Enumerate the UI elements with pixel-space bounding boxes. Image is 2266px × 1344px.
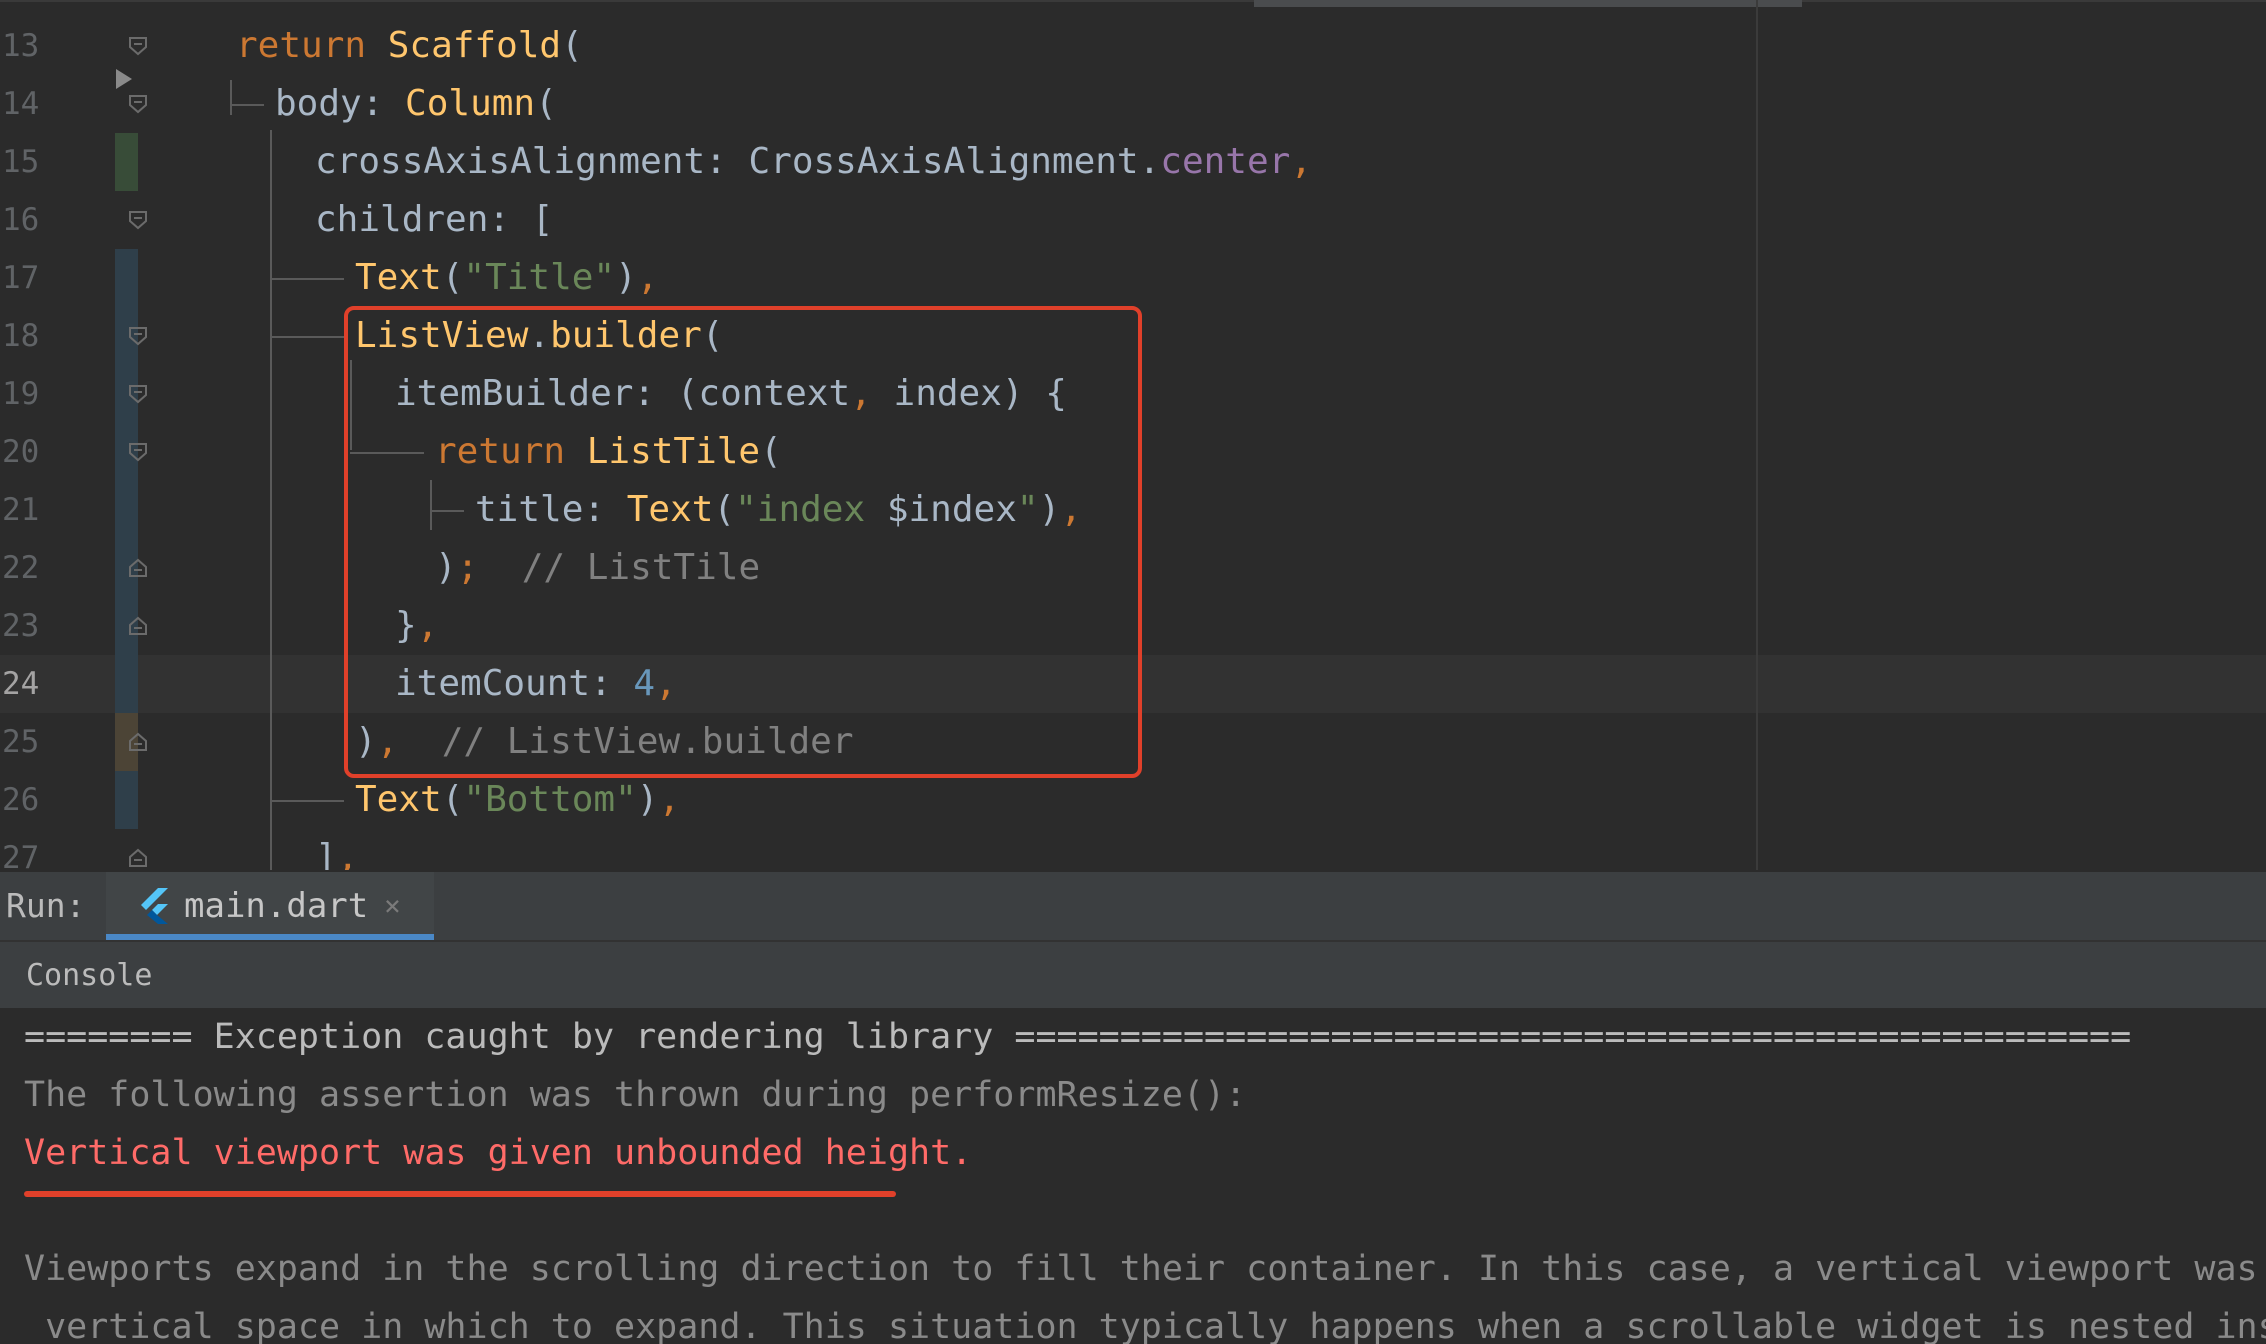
console-line-assertion: The following assertion was thrown durin… [24,1075,1247,1115]
flutter-icon [141,888,168,924]
code-token-identifier: body: [275,83,406,124]
fold-open-icon[interactable] [127,383,149,405]
line-number: 24 [2,666,40,702]
code-line[interactable]: children: [ [315,191,553,249]
code-token-class: Text [355,257,442,298]
code-token-identifier: children: [ [315,199,554,240]
code-token-identifier: ( [535,83,557,124]
code-line[interactable]: Text("Bottom"), [355,771,680,829]
fold-open-icon[interactable] [127,325,149,347]
run-tool-window-header: Run: main.dart × [0,870,2266,940]
horizontal-scrollbar-thumb[interactable] [1254,0,1802,7]
fold-open-icon[interactable] [127,209,149,231]
listview-builder-highlight-box [344,306,1142,778]
fold-close-icon[interactable] [127,615,149,637]
code-token-keyword: , [636,257,659,298]
console-line-exception-header: ======== Exception caught by rendering l… [24,1017,2132,1057]
fold-open-icon[interactable] [127,441,149,463]
fold-open-icon[interactable] [127,35,149,57]
console-line-explanation-2: vertical space in which to expand. This … [24,1307,2266,1344]
fold-open-icon[interactable] [127,93,149,115]
tab-main-dart[interactable]: main.dart × [106,872,434,940]
line-number: 18 [2,318,40,354]
fold-close-icon[interactable] [127,557,149,579]
code-token-identifier: ] [315,837,337,870]
fold-close-icon[interactable] [127,847,149,869]
console-tab-label[interactable]: Console [26,950,152,1002]
fold-close-icon[interactable] [127,731,149,753]
code-token-keyword: , [658,779,681,820]
run-label: Run: [6,886,86,925]
line-number: 20 [2,434,40,470]
line-number: 14 [2,86,40,122]
code-token-class: Scaffold [387,25,562,66]
indent-guide-horizontal [270,800,344,802]
tab-title: main.dart [184,886,369,926]
code-line[interactable]: return Scaffold( [236,17,583,75]
code-line[interactable]: Text("Title"), [355,249,658,307]
code-token-identifier: ( [441,257,464,298]
run-gutter-arrow-icon[interactable] [114,67,136,93]
line-number: 22 [2,550,40,586]
right-margin-guide [1756,0,1758,870]
code-token-class: Text [355,779,442,820]
line-number: 16 [2,202,40,238]
code-token-identifier: ) [636,779,659,820]
console-line-explanation-1: Viewports expand in the scrolling direct… [24,1249,2266,1289]
code-token-keyword: , [1290,141,1313,182]
console-line-error-message: Vertical viewport was given unbounded he… [24,1133,973,1173]
indent-guide-horizontal [230,104,264,106]
line-number: 23 [2,608,40,644]
editor-top-border [0,0,2266,2]
code-token-class: Column [405,83,536,124]
line-number: 13 [2,28,40,64]
code-token-identifier: ) [615,257,637,298]
code-token-string: "Bottom" [463,779,637,820]
console-output[interactable]: ======== Exception caught by rendering l… [0,1008,2266,1344]
line-number: 15 [2,144,40,180]
code-token-enum-constant: center [1160,141,1291,182]
line-number: 19 [2,376,40,412]
vcs-change-marker [115,133,138,191]
code-line[interactable]: body: Column( [275,75,557,133]
indent-guide-vertical [270,130,272,870]
line-number: 27 [2,840,40,870]
code-token-identifier: ( [561,25,583,66]
code-token-identifier: crossAxisAlignment: CrossAxisAlignment. [315,141,1161,182]
code-editor[interactable]: 13 14 15 16 17 18 19 20 21 22 23 24 25 26 27 return Sc… [0,0,2266,870]
line-number: 17 [2,260,40,296]
line-number: 21 [2,492,40,528]
indent-guide-horizontal [270,336,344,338]
code-line[interactable]: ], [315,829,358,870]
indent-guide-vertical [230,80,232,115]
error-underline-annotation [24,1191,896,1197]
close-icon[interactable]: × [384,880,401,932]
line-number: 26 [2,782,40,818]
code-line[interactable]: crossAxisAlignment: CrossAxisAlignment.c… [315,133,1312,191]
code-token-keyword: , [336,837,359,870]
code-token-identifier: ( [441,779,464,820]
indent-guide-horizontal [270,278,344,280]
console-toolbar: Console [0,940,2266,1008]
line-number: 25 [2,724,40,760]
code-token-keyword: return [236,25,388,66]
code-token-string: "Title" [463,257,616,298]
